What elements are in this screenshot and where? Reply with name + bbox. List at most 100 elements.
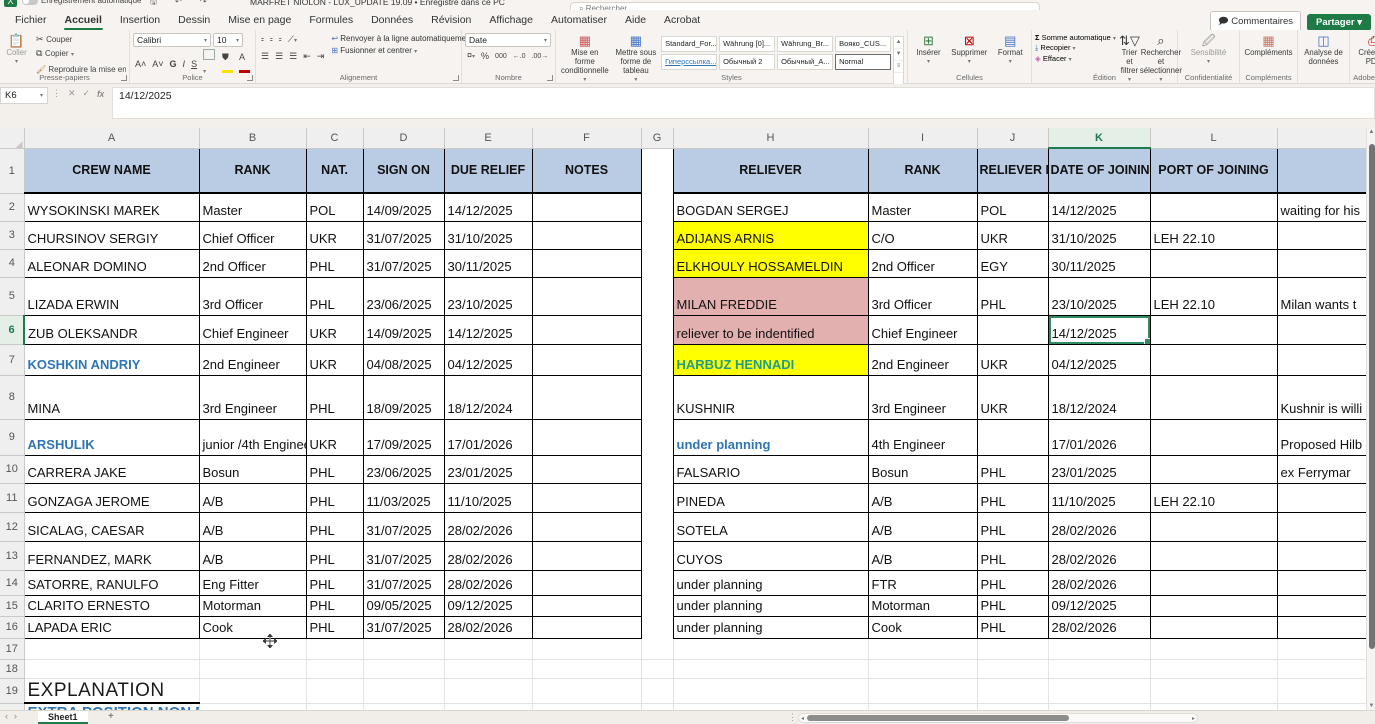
bold-button[interactable]: G — [168, 58, 179, 71]
cell-H7[interactable]: HARBUZ HENNADI — [673, 344, 868, 375]
cell-C2[interactable]: POL — [306, 193, 363, 221]
row-header-14[interactable]: 14 — [0, 570, 24, 595]
percent-format-button[interactable]: % — [479, 50, 491, 63]
cell-H17[interactable] — [673, 638, 868, 659]
align-left-icon[interactable]: ☰ — [259, 50, 271, 63]
cell-L11[interactable]: LEH 22.10 — [1150, 483, 1277, 512]
align-right-icon[interactable]: ☰ — [287, 50, 299, 63]
align-middle-icon[interactable]: ⹀ — [268, 34, 275, 47]
cell-K7[interactable]: 04/12/2025 — [1048, 344, 1150, 375]
add-sheet-icon[interactable]: + — [108, 711, 114, 722]
clipboard-dialog-launcher[interactable] — [121, 75, 127, 81]
cell-G6[interactable] — [641, 315, 673, 344]
row-header-13[interactable]: 13 — [0, 541, 24, 570]
cell-D16[interactable]: 31/07/2025 — [363, 616, 444, 638]
row-header-5[interactable]: 5 — [0, 277, 24, 315]
cell-A14[interactable]: SATORRE, RANULFO — [24, 570, 199, 595]
cell-G13[interactable] — [641, 541, 673, 570]
cell-J19[interactable] — [977, 678, 1048, 703]
cell-I1[interactable]: RANK — [868, 148, 977, 193]
cell-F9[interactable] — [532, 419, 641, 455]
cell-C1[interactable]: NAT. — [306, 148, 363, 193]
cell-L9[interactable] — [1150, 419, 1277, 455]
cell-L19[interactable] — [1150, 678, 1277, 703]
grow-font-button[interactable]: A˄ — [133, 58, 148, 71]
cell-L18[interactable] — [1150, 659, 1277, 678]
cell-L20[interactable] — [1150, 703, 1277, 710]
ribbon-tab-fichier[interactable]: Fichier — [6, 11, 56, 30]
formula-input[interactable]: 14/12/2025 — [112, 87, 1375, 119]
row-header-6[interactable]: 6 — [0, 315, 24, 344]
cell-G9[interactable] — [641, 419, 673, 455]
decrease-indent-icon[interactable]: ⇤ — [301, 50, 313, 63]
addins-button[interactable]: ▦Compléments — [1243, 33, 1294, 59]
cell-D9[interactable]: 17/09/2025 — [363, 419, 444, 455]
cell-D7[interactable]: 04/08/2025 — [363, 344, 444, 375]
cell-style-option[interactable]: Normal — [835, 54, 891, 70]
cell-E10[interactable]: 23/01/2025 — [444, 455, 532, 483]
col-header-C[interactable]: C — [306, 128, 363, 148]
cell-G7[interactable] — [641, 344, 673, 375]
horizontal-scroll-thumb[interactable] — [807, 715, 1069, 721]
fill-button[interactable]: ⤓ Recopier ▾ — [1035, 43, 1115, 53]
cell-H15[interactable]: under planning — [673, 595, 868, 616]
cell-A16[interactable]: LAPADA ERIC — [24, 616, 199, 638]
col-header-M[interactable] — [1277, 128, 1375, 148]
cell-J15[interactable]: PHL — [977, 595, 1048, 616]
cell-G15[interactable] — [641, 595, 673, 616]
cell-L14[interactable] — [1150, 570, 1277, 595]
delete-cells-button[interactable]: ⊠Supprimer▾ — [949, 33, 989, 67]
cell-I8[interactable]: 3rd Engineer — [868, 375, 977, 419]
cell-F12[interactable] — [532, 512, 641, 541]
number-dialog-launcher[interactable] — [547, 75, 553, 81]
cell-E4[interactable]: 30/11/2025 — [444, 249, 532, 277]
cell-L12[interactable] — [1150, 512, 1277, 541]
create-pdf-button[interactable]: ⎙Créer un PDF — [1353, 33, 1375, 68]
row-header-2[interactable]: 2 — [0, 193, 24, 221]
cell-E7[interactable]: 04/12/2025 — [444, 344, 532, 375]
cell-L13[interactable] — [1150, 541, 1277, 570]
cell-C19[interactable] — [306, 678, 363, 703]
clear-button[interactable]: ◈ Effacer ▾ — [1035, 54, 1115, 63]
cell-E13[interactable]: 28/02/2026 — [444, 541, 532, 570]
cell-I3[interactable]: C/O — [868, 221, 977, 249]
cell-B12[interactable]: A/B — [199, 512, 306, 541]
row-header-17[interactable]: 17 — [0, 638, 24, 659]
cell-A15[interactable]: CLARITO ERNESTO — [24, 595, 199, 616]
ribbon-tab-dessin[interactable]: Dessin — [169, 11, 219, 30]
cell-I4[interactable]: 2nd Officer — [868, 249, 977, 277]
cell-M11[interactable] — [1277, 483, 1375, 512]
cell-K20[interactable] — [1048, 703, 1150, 710]
cell-A4[interactable]: ALEONAR DOMINO — [24, 249, 199, 277]
cell-F20[interactable] — [532, 703, 641, 710]
cell-style-option[interactable]: Вояко_CUS... — [835, 36, 891, 52]
cell-G11[interactable] — [641, 483, 673, 512]
cell-K16[interactable]: 28/02/2026 — [1048, 616, 1150, 638]
cell-style-option[interactable]: Обычный 2 — [719, 54, 775, 70]
cell-M7[interactable] — [1277, 344, 1375, 375]
cell-C10[interactable]: PHL — [306, 455, 363, 483]
cell-M13[interactable] — [1277, 541, 1375, 570]
cell-H4[interactable]: ELKHOULY HOSSAMELDIN — [673, 249, 868, 277]
cell-D17[interactable] — [363, 638, 444, 659]
cell-M16[interactable] — [1277, 616, 1375, 638]
cell-K9[interactable]: 17/01/2026 — [1048, 419, 1150, 455]
ribbon-tab-révision[interactable]: Révision — [422, 11, 480, 30]
cell-E6[interactable]: 14/12/2025 — [444, 315, 532, 344]
cell-F15[interactable] — [532, 595, 641, 616]
cell-K15[interactable]: 09/12/2025 — [1048, 595, 1150, 616]
cell-J20[interactable] — [977, 703, 1048, 710]
cell-M20[interactable] — [1277, 703, 1375, 710]
next-sheet-icon[interactable]: › — [14, 711, 23, 721]
cell-G17[interactable] — [641, 638, 673, 659]
cell-I2[interactable]: Master — [868, 193, 977, 221]
cell-J14[interactable]: PHL — [977, 570, 1048, 595]
cell-K6[interactable]: 14/12/2025 — [1048, 315, 1150, 344]
enter-icon[interactable]: ✓ — [83, 88, 91, 99]
cell-L8[interactable] — [1150, 375, 1277, 419]
cell-L16[interactable] — [1150, 616, 1277, 638]
cell-G14[interactable] — [641, 570, 673, 595]
cell-F19[interactable] — [532, 678, 641, 703]
cell-F10[interactable] — [532, 455, 641, 483]
autosave-toggle[interactable]: Enregistrement automatique — [22, 0, 142, 5]
